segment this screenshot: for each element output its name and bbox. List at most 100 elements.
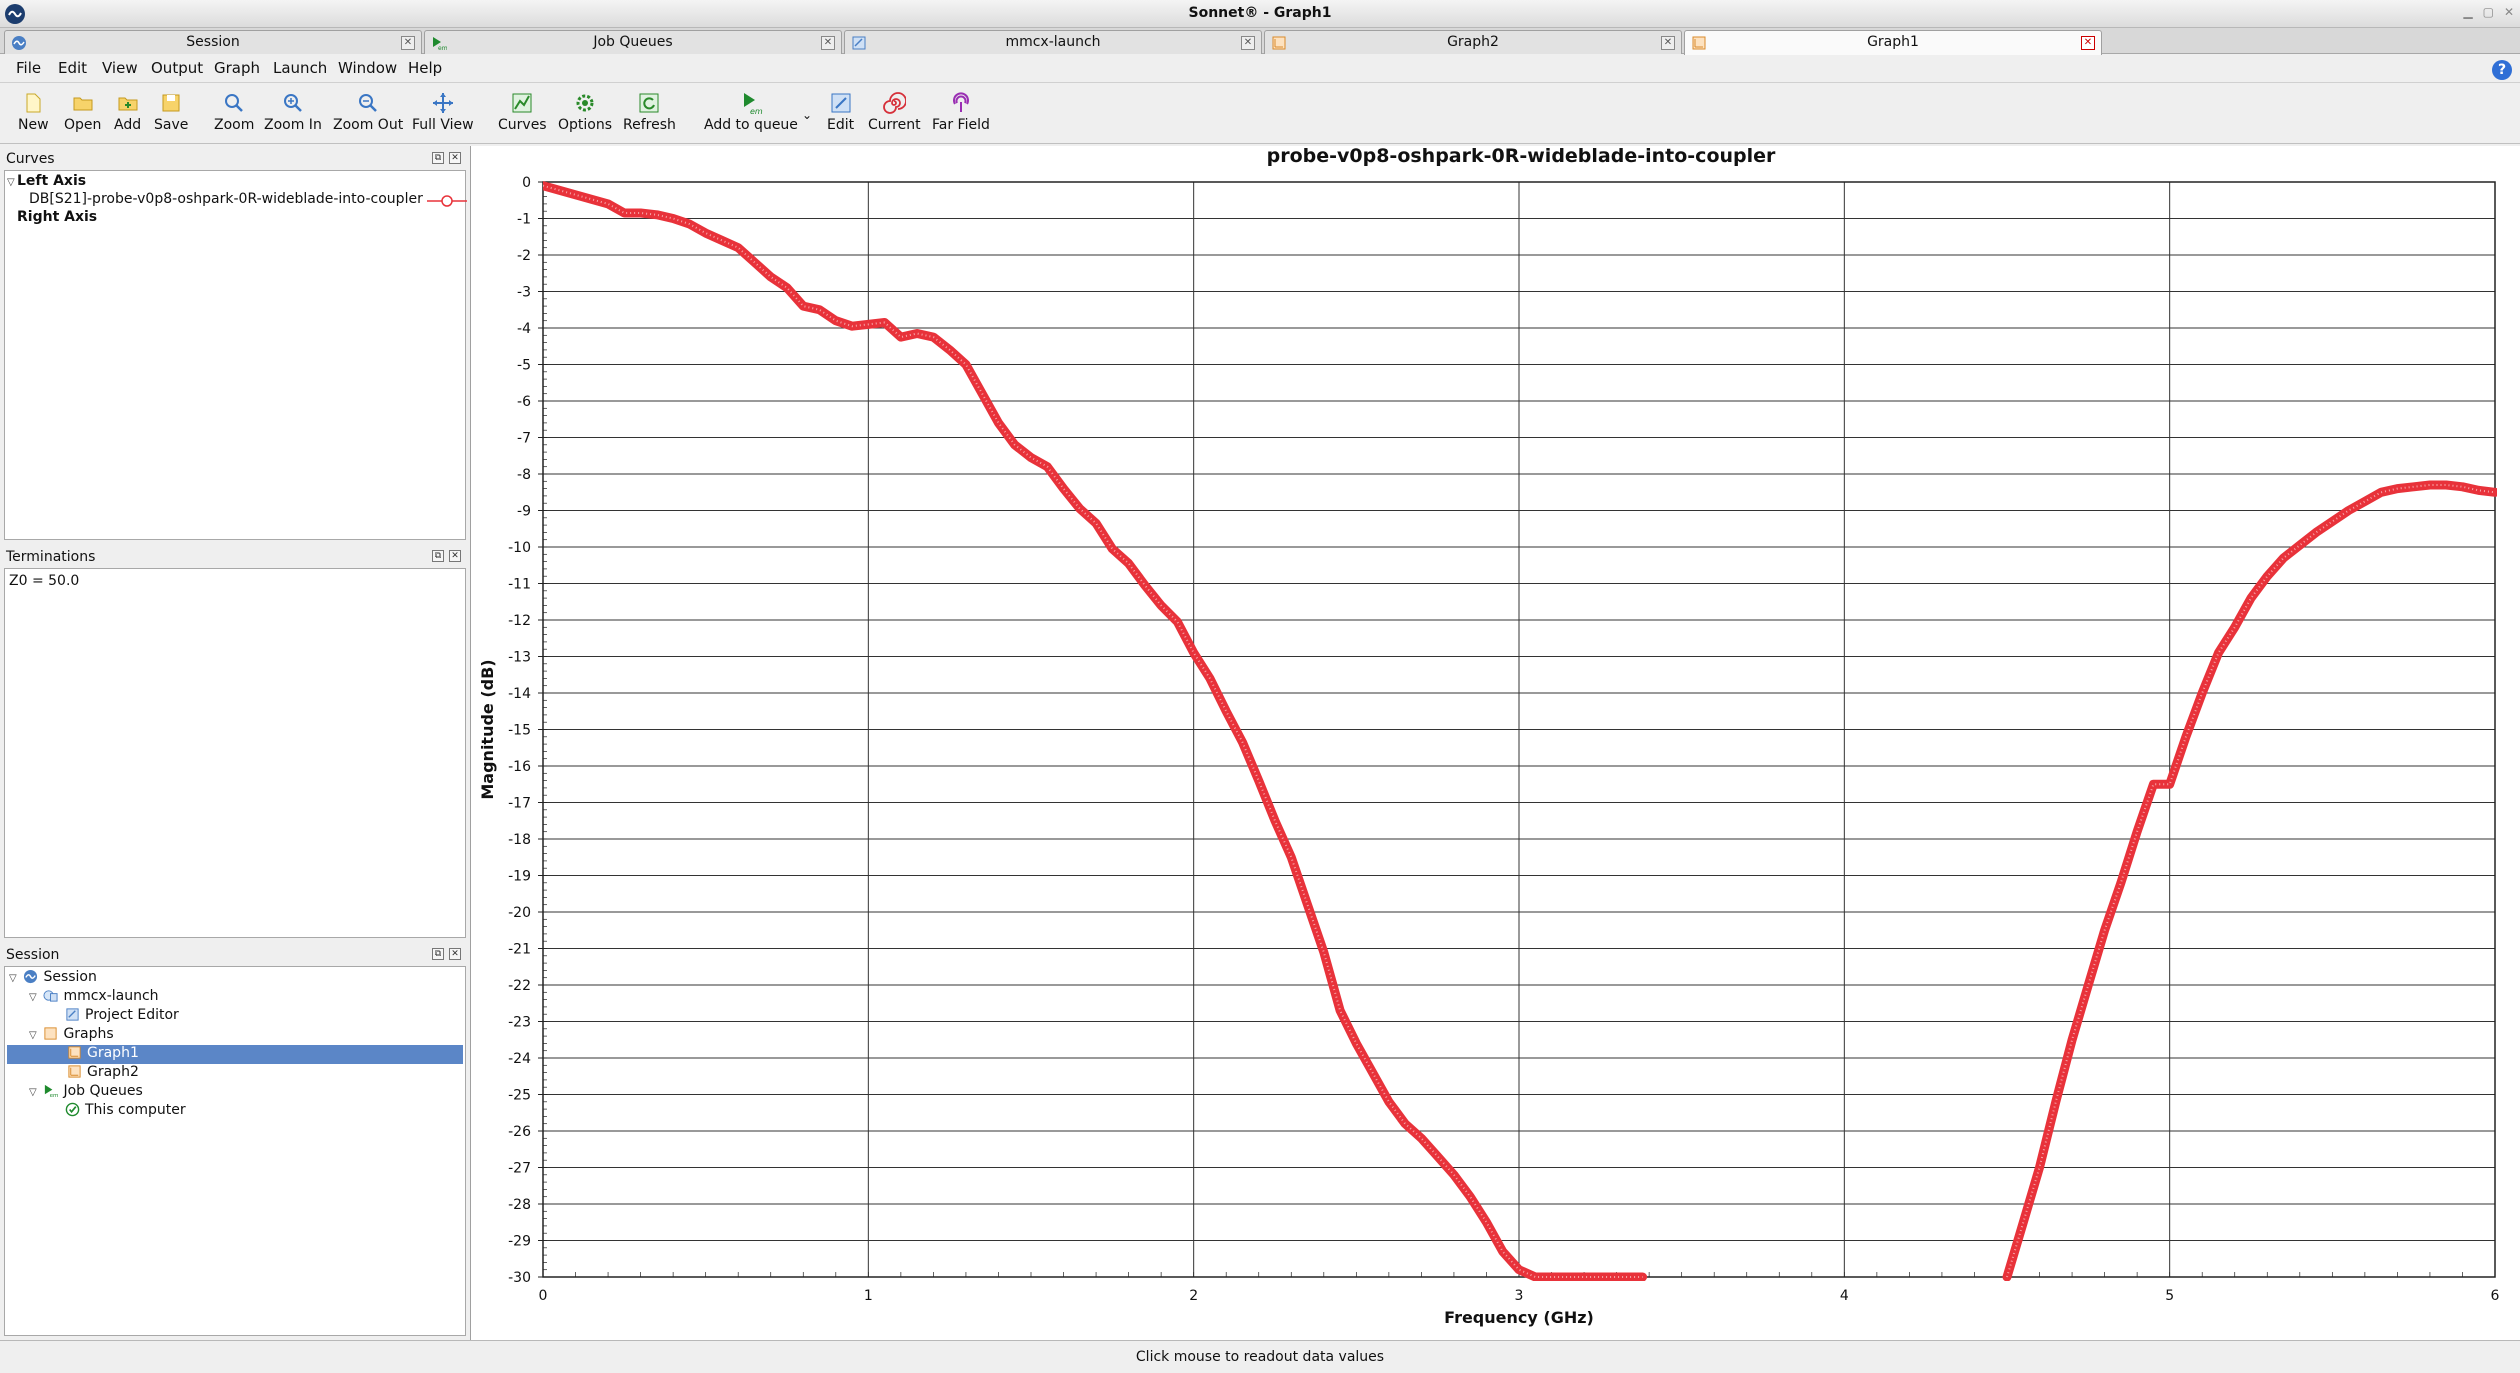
current-button[interactable]: Current <box>868 91 921 133</box>
new-button[interactable]: New <box>18 91 49 133</box>
left-axis-node[interactable]: ▽ Left Axis <box>7 173 86 192</box>
main-toolbar: New Open Add Save Zoom Zoom In Zoom Out … <box>0 82 2520 144</box>
terminations-panel-header: Terminations ⧉ ✕ <box>4 546 466 568</box>
close-tab-icon[interactable]: ✕ <box>401 36 415 50</box>
tab-graph2[interactable]: Graph2 ✕ <box>1264 30 1682 54</box>
window-title: Sonnet® - Graph1 <box>1188 5 1332 21</box>
save-icon <box>162 94 180 112</box>
edit-button[interactable]: Edit <box>827 91 854 133</box>
far-field-button[interactable]: Far Field <box>932 91 990 133</box>
save-button[interactable]: Save <box>154 91 188 133</box>
menu-edit[interactable]: Edit <box>58 59 87 77</box>
undock-icon[interactable]: ⧉ <box>432 152 444 164</box>
close-panel-icon[interactable]: ✕ <box>449 948 461 960</box>
far-field-label: Far Field <box>932 117 990 133</box>
session-icon <box>24 969 38 984</box>
tab-label: Graph1 <box>1867 34 1919 50</box>
close-tab-icon[interactable]: ✕ <box>1241 36 1255 50</box>
expand-icon[interactable]: ▽ <box>9 973 19 984</box>
add-label: Add <box>114 117 142 133</box>
expand-icon[interactable]: ▽ <box>29 1030 39 1041</box>
y-tick-label: 0 <box>522 175 531 191</box>
graph-canvas-area[interactable]: probe-v0p8-oshpark-0R-wideblade-into-cou… <box>470 145 2520 1340</box>
terminations-panel: Z0 = 50.0 <box>4 568 466 938</box>
tree-item-this-computer[interactable]: This computer <box>65 1102 186 1121</box>
tree-item-job-queues[interactable]: ▽ em Job Queues <box>29 1083 143 1102</box>
menu-file[interactable]: File <box>16 59 41 77</box>
undock-icon[interactable]: ⧉ <box>432 948 444 960</box>
expand-icon[interactable]: ▽ <box>29 1087 39 1098</box>
tab-job-queues[interactable]: em Job Queues ✕ <box>424 30 842 54</box>
y-tick-label: -12 <box>508 613 531 629</box>
zoom-in-button[interactable]: Zoom In <box>264 91 322 133</box>
menu-graph[interactable]: Graph <box>214 59 260 77</box>
queue-dropdown-icon[interactable]: ⌄ <box>802 107 812 123</box>
y-tick-label: -25 <box>508 1088 531 1104</box>
tree-item-project-editor[interactable]: Project Editor <box>65 1007 179 1026</box>
zoom-icon <box>225 94 244 112</box>
tree-label: This computer <box>85 1102 186 1118</box>
project-icon <box>43 990 58 1002</box>
close-panel-icon[interactable]: ✕ <box>449 550 461 562</box>
curve-item[interactable]: DB[S21]-probe-v0p8-oshpark-0R-wideblade-… <box>29 191 467 210</box>
window-controls: ▁ ▢ ✕ <box>2463 5 2514 19</box>
y-tick-label: -15 <box>508 723 531 739</box>
y-tick-label: -14 <box>508 686 531 702</box>
tree-item-graph1[interactable]: Graph1 <box>7 1045 463 1064</box>
tree-label: Graph2 <box>87 1064 139 1080</box>
tree-item-mmcx-launch[interactable]: ▽ mmcx-launch <box>29 988 159 1007</box>
zoom-label: Zoom <box>214 117 255 133</box>
curves-button[interactable]: Curves <box>498 91 547 133</box>
termination-value: Z0 = 50.0 <box>9 573 80 589</box>
svg-text:em: em <box>50 1093 58 1098</box>
open-button[interactable]: Open <box>64 91 101 133</box>
menu-window[interactable]: Window <box>338 59 397 77</box>
menu-help[interactable]: Help <box>408 59 442 77</box>
menu-view[interactable]: View <box>102 59 138 77</box>
close-panel-icon[interactable]: ✕ <box>449 152 461 164</box>
right-axis-node[interactable]: Right Axis <box>17 209 97 228</box>
y-tick-label: -27 <box>508 1161 531 1177</box>
options-button[interactable]: Options <box>558 91 612 133</box>
tree-item-session[interactable]: ▽ Session <box>9 969 97 988</box>
tab-session[interactable]: Session ✕ <box>4 30 422 54</box>
help-icon[interactable]: ? <box>2492 60 2512 80</box>
y-tick-label: -24 <box>508 1051 531 1067</box>
expand-icon[interactable]: ▽ <box>29 992 39 1003</box>
full-view-button[interactable]: Full View <box>412 91 474 133</box>
tab-graph1[interactable]: Graph1 ✕ <box>1684 30 2102 55</box>
y-tick-label: -9 <box>517 504 531 520</box>
maximize-icon[interactable]: ▢ <box>2483 5 2494 19</box>
menubar: File Edit View Output Graph Launch Windo… <box>0 55 2520 81</box>
tree-label: Project Editor <box>85 1007 179 1023</box>
session-panel-title: Session <box>6 947 60 963</box>
tree-item-graphs[interactable]: ▽ Graphs <box>29 1026 114 1045</box>
zoom-button[interactable]: Zoom <box>214 91 254 133</box>
y-tick-label: -13 <box>508 650 531 666</box>
tree-label: mmcx-launch <box>63 988 159 1004</box>
close-tab-icon[interactable]: ✕ <box>821 36 835 50</box>
close-window-icon[interactable]: ✕ <box>2504 5 2514 19</box>
curve-legend-marker-icon <box>427 195 467 207</box>
add-button[interactable]: Add <box>114 91 141 133</box>
y-tick-label: -4 <box>517 321 531 337</box>
tab-mmcx-launch[interactable]: mmcx-launch ✕ <box>844 30 1262 54</box>
x-tick-label: 4 <box>1840 1288 1849 1304</box>
zoom-in-label: Zoom In <box>264 117 322 133</box>
s21-line-chart[interactable]: probe-v0p8-oshpark-0R-wideblade-into-cou… <box>471 145 2520 1340</box>
tab-label: Job Queues <box>593 34 673 50</box>
series-line <box>2002 480 2497 1281</box>
tree-item-graph2[interactable]: Graph2 <box>67 1064 139 1083</box>
refresh-button[interactable]: Refresh <box>623 91 676 133</box>
tree-label: Job Queues <box>63 1083 143 1099</box>
undock-icon[interactable]: ⧉ <box>432 550 444 562</box>
menu-launch[interactable]: Launch <box>273 59 327 77</box>
close-tab-icon[interactable]: ✕ <box>2081 36 2095 50</box>
minimize-icon[interactable]: ▁ <box>2463 5 2472 19</box>
x-tick-label: 3 <box>1515 1288 1524 1304</box>
menu-output[interactable]: Output <box>151 59 203 77</box>
zoom-out-button[interactable]: Zoom Out <box>333 91 403 133</box>
add-to-queue-button[interactable]: em Add to queue <box>704 91 798 133</box>
close-tab-icon[interactable]: ✕ <box>1661 36 1675 50</box>
expand-icon[interactable]: ▽ <box>7 177 17 188</box>
